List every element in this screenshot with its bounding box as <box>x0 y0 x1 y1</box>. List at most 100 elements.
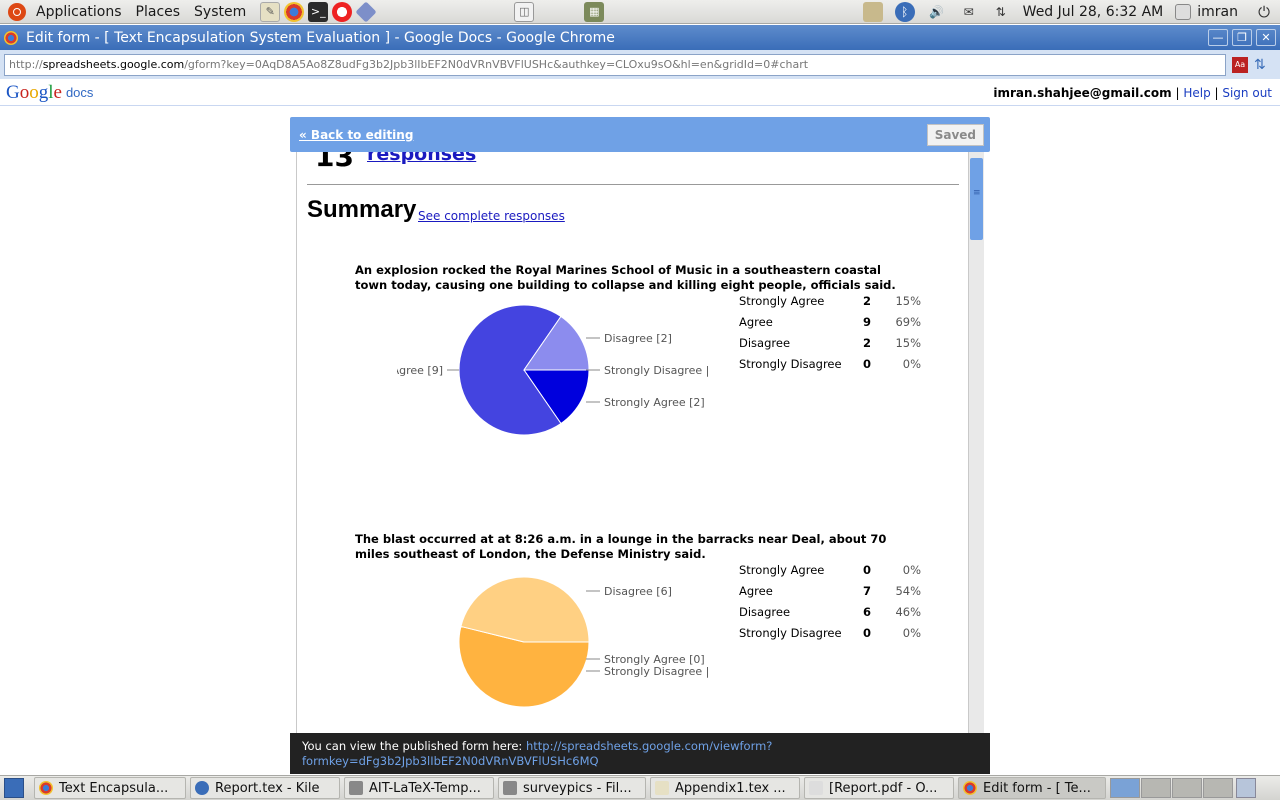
summary-heading: Summary <box>307 196 417 223</box>
stat-label: Agree <box>739 583 773 598</box>
stat-percent: 46% <box>895 604 921 619</box>
scrollbar[interactable] <box>968 152 984 734</box>
question-1-stats: Strongly Agree 2 15% Agree 9 69% Disagree 2 15… <box>739 290 921 374</box>
bluetooth-icon[interactable]: ᛒ <box>894 1 915 22</box>
pie-label-strongly-disagree: Strongly Disagree | <box>604 665 709 678</box>
stat-count: 7 <box>862 583 871 598</box>
clock[interactable]: Wed Jul 28, 6:32 AM <box>1023 4 1164 20</box>
question-1-pie-chart: Strongly Agree [2] Agree [9] Disagree [2] S… <box>397 304 709 436</box>
task-label: surveypics - Fil... <box>523 780 632 796</box>
table-row: Disagree 6 46% <box>739 601 921 622</box>
account-email: imran.shahjee@gmail.com <box>993 85 1172 100</box>
google-docs-logo[interactable]: Google <box>6 82 62 104</box>
folder-tray-icon[interactable] <box>862 1 883 22</box>
task-edit-form[interactable]: Edit form - [ Te... <box>958 777 1106 799</box>
power-icon[interactable]: ⏻ <box>1254 2 1274 22</box>
task-label: AIT-LaTeX-Temp... <box>369 780 481 796</box>
help-launcher-icon[interactable] <box>332 1 353 22</box>
close-button[interactable]: ✕ <box>1256 29 1276 46</box>
signout-link[interactable]: Sign out <box>1222 86 1272 100</box>
saved-button[interactable]: Saved <box>926 123 984 146</box>
taskbar: Text Encapsula... Report.tex - Kile AIT-… <box>0 775 1280 800</box>
stat-label: Disagree <box>739 335 791 350</box>
published-form-link[interactable]: http://spreadsheets.google.com/viewform? <box>526 739 772 753</box>
docs-header: Google docs imran.shahjee@gmail.com | He… <box>0 80 1280 106</box>
terminal-launcher-icon[interactable]: >_ <box>308 1 329 22</box>
maximize-button[interactable]: ❐ <box>1232 29 1252 46</box>
stat-label: Disagree <box>739 604 791 619</box>
workspace-4[interactable] <box>1203 778 1233 798</box>
stat-percent: 0% <box>902 356 921 371</box>
stat-percent: 0% <box>902 562 921 577</box>
stat-percent: 15% <box>895 293 921 308</box>
window-title-bar: Edit form - [ Text Encapsulation System … <box>0 25 1280 50</box>
docs-product-name: docs <box>65 85 94 100</box>
url-host: spreadsheets.google.com <box>42 58 185 71</box>
address-row: http://spreadsheets.google.com/gform?key… <box>0 50 1280 79</box>
top-panel: Applications Places System ✎ >_ ◫ ▦ ᛒ 🔊 … <box>0 0 1280 24</box>
volume-icon[interactable]: 🔊 <box>927 2 947 22</box>
stat-percent: 69% <box>895 314 921 329</box>
pie-label-disagree: Disagree [6] <box>604 585 672 598</box>
stat-percent: 15% <box>895 335 921 350</box>
workspace-2[interactable] <box>1141 778 1171 798</box>
sync-icon[interactable]: ⇅ <box>1254 57 1266 73</box>
account-links: imran.shahjee@gmail.com | Help | Sign ou… <box>993 85 1272 100</box>
chrome-icon <box>39 781 53 795</box>
question-2-pie-chart: Strongly Agree [0]Agree [7]Disagree [6]S… <box>458 576 709 708</box>
summary-panel[interactable]: 13 responses Summary See complete respon… <box>296 152 984 734</box>
stat-label: Strongly Agree <box>739 562 825 577</box>
task-label: [Report.pdf - O... <box>829 780 938 796</box>
stat-count: 0 <box>862 356 871 371</box>
dialog-header: « Back to editing Saved <box>290 117 990 152</box>
places-menu[interactable]: Places <box>136 4 181 20</box>
address-bar[interactable]: http://spreadsheets.google.com/gform?key… <box>4 53 1226 76</box>
kile-icon <box>195 781 209 795</box>
task-appendix[interactable]: Appendix1.tex ... <box>650 777 800 799</box>
applications-menu[interactable]: Applications <box>36 4 122 20</box>
system-menu[interactable]: System <box>194 4 246 20</box>
task-kile[interactable]: Report.tex - Kile <box>190 777 340 799</box>
table-row: Agree 9 69% <box>739 311 921 332</box>
help-link[interactable]: Help <box>1183 86 1210 100</box>
user-icon <box>1175 3 1192 20</box>
responses-link[interactable]: responses <box>367 152 476 165</box>
screenshot-launcher-icon[interactable]: ◫ <box>514 1 535 22</box>
task-label: Edit form - [ Te... <box>983 780 1091 796</box>
minimize-button[interactable]: — <box>1208 29 1228 46</box>
published-form-link-key[interactable]: formkey=dFg3b2Jpb3lIbEF2N0dVRnVBVFlUSHc6… <box>302 754 599 768</box>
divider <box>307 184 959 185</box>
folder-icon <box>349 781 363 795</box>
see-complete-responses-link[interactable]: See complete responses <box>418 209 565 223</box>
stat-label: Strongly Agree <box>739 293 825 308</box>
stat-percent: 54% <box>895 583 921 598</box>
question-1-text: An explosion rocked the Royal Marines Sc… <box>355 263 896 292</box>
calculator-launcher-icon[interactable]: ▦ <box>584 1 605 22</box>
ubuntu-logo-icon[interactable] <box>8 2 26 21</box>
url-path: /gform?key=0AqD8A5Ao8Z8udFg3b2Jpb3lIbEF2… <box>184 58 809 71</box>
window-title: Edit form - [ Text Encapsulation System … <box>26 29 615 46</box>
workspace-1[interactable] <box>1110 778 1140 798</box>
back-to-editing-link[interactable]: « Back to editing <box>299 128 413 142</box>
table-row: Disagree 2 15% <box>739 332 921 353</box>
task-surveypics[interactable]: surveypics - Fil... <box>498 777 646 799</box>
pie-label-disagree: Disagree [2] <box>604 332 672 345</box>
task-chrome-text-encapsulation[interactable]: Text Encapsula... <box>34 777 186 799</box>
text-editor-launcher-icon[interactable]: ✎ <box>260 1 281 22</box>
scrollbar-thumb[interactable] <box>970 158 983 240</box>
extension-icon[interactable]: Aa <box>1232 56 1248 73</box>
stat-count: 2 <box>862 293 871 308</box>
user-menu[interactable]: imran <box>1197 4 1238 20</box>
task-latex-template[interactable]: AIT-LaTeX-Temp... <box>344 777 494 799</box>
show-desktop-icon[interactable] <box>4 778 24 798</box>
mail-icon[interactable]: ✉ <box>959 2 979 22</box>
pie-label-agree: Agree [9] <box>397 364 443 377</box>
app-launcher-icon[interactable] <box>355 0 377 23</box>
folder-icon <box>503 781 517 795</box>
chrome-launcher-icon[interactable] <box>284 1 305 22</box>
task-report-pdf[interactable]: [Report.pdf - O... <box>804 777 954 799</box>
workspace-3[interactable] <box>1172 778 1202 798</box>
trash-icon[interactable] <box>1236 778 1256 798</box>
network-icon[interactable]: ⇅ <box>991 2 1011 22</box>
stat-percent: 0% <box>902 625 921 640</box>
